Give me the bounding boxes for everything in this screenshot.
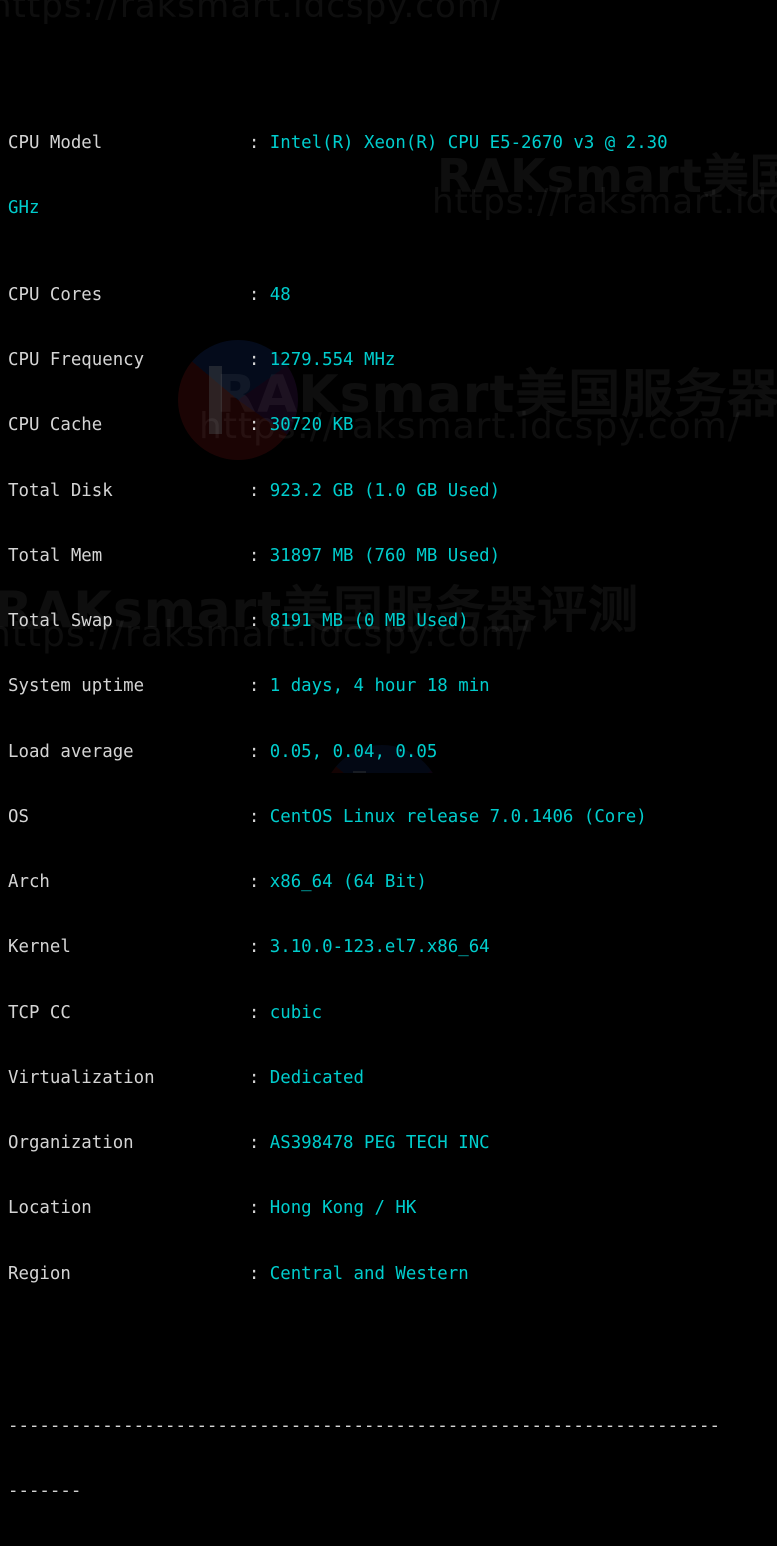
divider-line-wrap: ------- — [8, 1481, 82, 1501]
sysinfo-row: Arch : x86_64 (64 Bit) — [8, 872, 777, 894]
sysinfo-label: System uptime — [8, 676, 249, 697]
sysinfo-label: Load average — [8, 741, 249, 762]
sysinfo-label: Location — [8, 1198, 249, 1219]
sysinfo-value: 1 days, 4 hour 18 min — [269, 676, 490, 697]
sysinfo-value: CentOS Linux release 7.0.1406 (Core) — [269, 806, 647, 827]
sysinfo-colon: : — [248, 132, 270, 153]
sysinfo-label: Arch — [8, 872, 249, 892]
sysinfo-value: cubic — [269, 1002, 323, 1023]
sysinfo-row: Location : Hong Kong / HK — [8, 1198, 777, 1220]
sysinfo-label: Total Disk — [8, 480, 249, 501]
sysinfo-colon: : — [248, 1002, 270, 1023]
sysinfo-label: CPU Model — [8, 132, 249, 153]
sysinfo-value: 0.05, 0.04, 0.05 — [269, 741, 438, 762]
sysinfo-label: CPU Cache — [8, 415, 249, 436]
sysinfo-label: Total Mem — [8, 545, 249, 566]
sysinfo-label: CPU Frequency — [8, 350, 249, 370]
sysinfo-row: CPU Cores : 48 — [8, 285, 777, 307]
sysinfo-value: 48 — [269, 284, 291, 305]
sysinfo-colon: : — [248, 415, 270, 436]
sysinfo-label: Virtualization — [8, 1067, 249, 1088]
sysinfo-colon: : — [248, 806, 270, 827]
sysinfo-value: 30720 KB — [269, 415, 354, 436]
sysinfo-row: Kernel : 3.10.0-123.el7.x86_64 — [8, 937, 777, 959]
sysinfo-row: Total Disk : 923.2 GB (1.0 GB Used) — [8, 481, 777, 503]
sysinfo-row: Total Mem : 31897 MB (760 MB Used) — [8, 546, 777, 568]
sysinfo-value: 923.2 GB (1.0 GB Used) — [269, 480, 501, 501]
sysinfo-label: CPU Cores — [8, 284, 249, 305]
sysinfo-block: CPU Model : Intel(R) Xeon(R) CPU E5-2670… — [8, 89, 777, 1329]
sysinfo-row-wrap: GHz — [8, 198, 777, 220]
sysinfo-colon: : — [248, 545, 270, 566]
sysinfo-row: Total Swap : 8191 MB (0 MB Used) — [8, 611, 777, 633]
sysinfo-value-wrap: GHz — [8, 197, 40, 218]
sysinfo-row: OS : CentOS Linux release 7.0.1406 (Core… — [8, 807, 777, 829]
sysinfo-colon: : — [248, 480, 270, 501]
sysinfo-colon: : — [248, 937, 270, 958]
sysinfo-label: TCP CC — [8, 1002, 249, 1023]
sysinfo-colon: : — [248, 284, 270, 305]
sysinfo-label: OS — [8, 806, 249, 827]
sysinfo-label: Region — [8, 1263, 249, 1284]
sysinfo-value: Hong Kong / HK — [269, 1198, 417, 1219]
sysinfo-value: Central and Western — [269, 1263, 469, 1284]
sysinfo-row: Region : Central and Western — [8, 1264, 777, 1286]
sysinfo-colon: : — [248, 350, 270, 370]
sysinfo-row: CPU Model : Intel(R) Xeon(R) CPU E5-2670… — [8, 133, 777, 155]
sysinfo-colon: : — [248, 676, 270, 697]
sysinfo-colon: : — [248, 872, 270, 892]
sysinfo-row: CPU Cache : 30720 KB — [8, 415, 777, 437]
sysinfo-row: System uptime : 1 days, 4 hour 18 min — [8, 676, 777, 698]
sysinfo-value: 31897 MB (760 MB Used) — [269, 545, 501, 566]
sysinfo-colon: : — [248, 1133, 270, 1153]
sysinfo-row: TCP CC : cubic — [8, 1003, 777, 1025]
sysinfo-label: Organization — [8, 1133, 249, 1153]
sysinfo-value: 1279.554 MHz — [269, 350, 396, 370]
sysinfo-label: Total Swap — [8, 611, 249, 631]
sysinfo-value: Dedicated — [269, 1067, 364, 1088]
sysinfo-colon: : — [248, 1198, 270, 1219]
sysinfo-row: CPU Frequency : 1279.554 MHz — [8, 350, 777, 372]
sysinfo-row: Load average : 0.05, 0.04, 0.05 — [8, 742, 777, 764]
sysinfo-value: 3.10.0-123.el7.x86_64 — [269, 937, 490, 958]
sysinfo-value: 8191 MB (0 MB Used) — [269, 611, 469, 631]
sysinfo-value: Intel(R) Xeon(R) CPU E5-2670 v3 @ 2.30 — [269, 132, 668, 153]
sysinfo-value: x86_64 (64 Bit) — [269, 872, 427, 892]
terminal-output: CPU Model : Intel(R) Xeon(R) CPU E5-2670… — [0, 0, 777, 1502]
sysinfo-colon: : — [248, 611, 270, 631]
divider-line: ----------------------------------------… — [8, 1415, 720, 1436]
sysinfo-label: Kernel — [8, 937, 249, 958]
sysinfo-value: AS398478 PEG TECH INC — [269, 1133, 490, 1153]
sysinfo-colon: : — [248, 1067, 270, 1088]
sysinfo-colon: : — [248, 1263, 270, 1284]
sysinfo-colon: : — [248, 741, 270, 762]
sysinfo-row: Virtualization : Dedicated — [8, 1068, 777, 1090]
sysinfo-row: Organization : AS398478 PEG TECH INC — [8, 1133, 777, 1155]
